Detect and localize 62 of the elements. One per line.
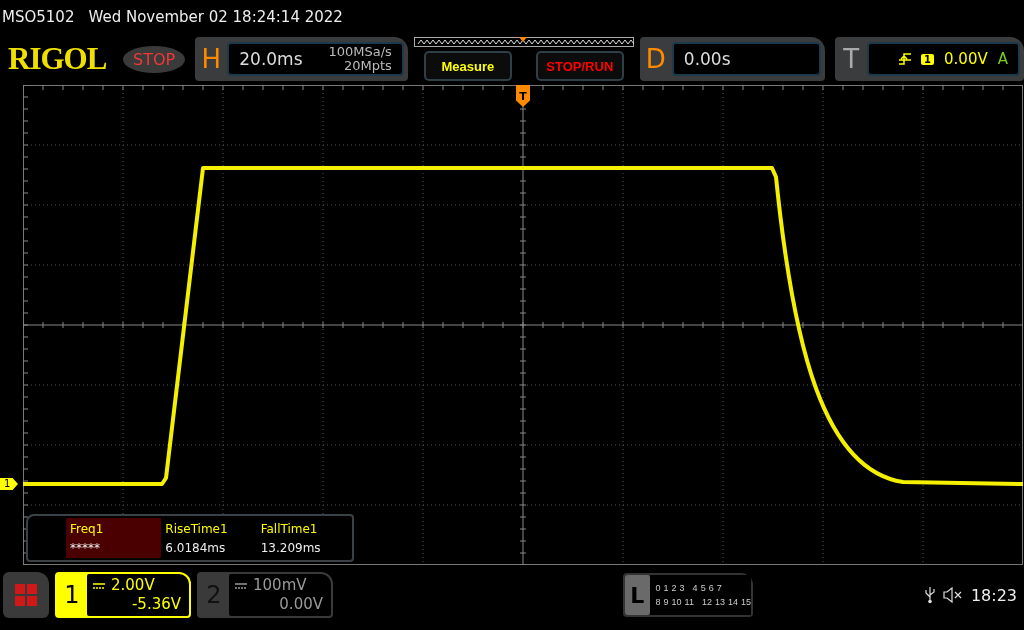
measurement-value: 13.209ms (260, 540, 322, 557)
digital-channel-number: 1 (663, 583, 669, 593)
delay-value: 0.00s (683, 49, 731, 69)
channel-panel[interactable]: 1 2.00V -5.36V (55, 572, 191, 618)
trigger-label: T (842, 44, 861, 74)
speaker-muted-icon (942, 587, 963, 603)
digital-channel-number: 0 (655, 583, 661, 593)
trigger-mode: A (997, 50, 1008, 68)
measurement-name: RiseTime1 (165, 521, 229, 538)
measure-button[interactable]: Measure (423, 51, 512, 81)
grid-squares-icon (15, 584, 37, 606)
digital-channel-number: 10 (671, 597, 682, 607)
digital-channel-number: 5 (700, 583, 706, 593)
measurement-name: Freq1 (70, 521, 105, 538)
channel-offset: -5.36V (131, 595, 181, 614)
channel-marker[interactable]: 1 (0, 478, 18, 490)
measurement-value: 6.0184ms (165, 540, 227, 557)
trigger-level: 0.00V (944, 50, 988, 68)
digital-channel-number: 11 (684, 597, 694, 607)
digital-channel-number: 3 (679, 583, 685, 593)
date-time: Wed November 02 18:24:14 2022 (88, 7, 343, 26)
measurement-item[interactable]: RiseTime1 6.0184ms (161, 518, 257, 558)
digital-channel-number: 2 (671, 583, 677, 593)
trigger-position-marker[interactable]: T (516, 85, 530, 107)
menu-button[interactable] (3, 572, 49, 618)
measurement-item[interactable]: FallTime1 13.209ms (256, 518, 352, 558)
logic-label: L (625, 575, 650, 615)
channel-scale: 100mV (253, 576, 307, 595)
usb-icon (924, 586, 935, 604)
logic-panel[interactable]: L 0 1 2 3 4 5 6 7 8 9 10 11 12 13 14 15 (623, 573, 753, 617)
clock-time: 18:23 (970, 585, 1017, 605)
sample-rate: 100MSa/s (328, 45, 392, 59)
delay-label: D (644, 44, 667, 74)
digital-channel-number: 12 (701, 597, 712, 607)
stop-run-button[interactable]: STOP/RUN (535, 51, 624, 81)
device-model: MSO5102 (2, 7, 75, 26)
horizontal-panel[interactable]: H 20.0ms 100MSa/s 20Mpts (195, 37, 408, 81)
digital-channel-number: 6 (708, 583, 714, 593)
measurement-name: FallTime1 (260, 521, 319, 538)
trigger-source-badge: 1 (921, 53, 935, 65)
brand-logo: RIGOL (8, 41, 108, 77)
measurement-value: ***** (70, 540, 101, 557)
dc-coupling-icon (235, 582, 247, 589)
memory-depth: 20Mpts (343, 59, 392, 73)
channel-number: 1 (63, 580, 81, 611)
channel-offset: 0.00V (279, 595, 323, 614)
horizontal-label: H (200, 44, 223, 74)
measurement-item[interactable]: Freq1 ***** (66, 518, 162, 558)
trigger-panel[interactable]: T 1 0.00V A (835, 37, 1024, 81)
dc-coupling-icon (93, 582, 105, 589)
delay-panel[interactable]: D 0.00s (639, 37, 826, 81)
digital-channel-number: 13 (714, 597, 725, 607)
digital-channel-number: 9 (663, 597, 669, 607)
channel-scale: 2.00V (111, 576, 155, 595)
digital-channel-number: 8 (655, 597, 661, 607)
digital-channel-number: 7 (716, 583, 722, 593)
digital-channel-number: 4 (692, 583, 698, 593)
digital-channel-number: 15 (741, 597, 751, 607)
run-state-badge: STOP (123, 45, 186, 73)
rising-edge-icon (899, 53, 912, 65)
timebase-value: 20.0ms (239, 49, 303, 69)
digital-channel-number: 14 (727, 597, 738, 607)
